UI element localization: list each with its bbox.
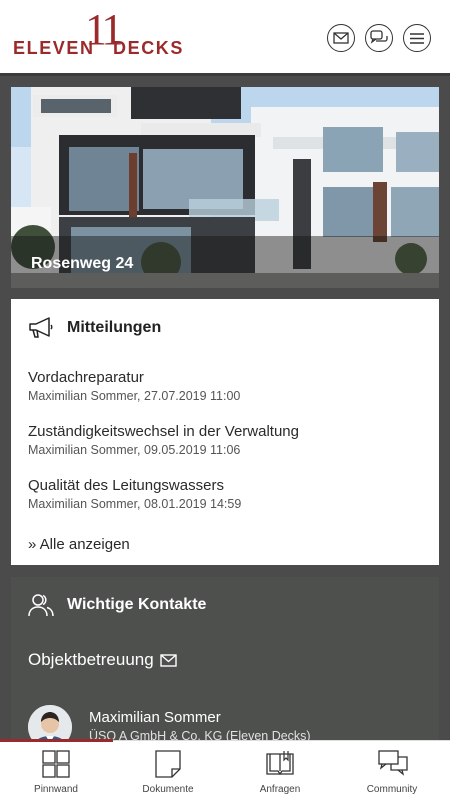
mail-icon [333, 32, 349, 44]
contact-name[interactable]: Maximilian Sommer [89, 709, 221, 726]
mail-icon [160, 653, 177, 667]
message-item[interactable]: Qualität des Leitungswassers Maximilian … [28, 477, 241, 511]
messages-card: Mitteilungen Vordachreparatur Maximilian… [11, 299, 439, 565]
document-icon [155, 750, 181, 778]
message-meta: Maximilian Sommer, 27.07.2019 11:00 [28, 389, 241, 403]
people-icon [28, 594, 54, 617]
property-title: Rosenweg 24 [31, 255, 134, 272]
message-meta: Maximilian Sommer, 09.05.2019 11:06 [28, 443, 241, 457]
megaphone-icon [29, 317, 53, 338]
nav-item-dokumente[interactable]: Dokumente [112, 741, 224, 800]
book-icon [266, 751, 294, 776]
nav-label: Pinnwand [34, 784, 78, 795]
chat-icon [378, 750, 408, 776]
message-item[interactable]: Vordachreparatur Maximilian Sommer, 27.0… [28, 369, 240, 403]
contacts-header: Wichtige Kontakte [27, 593, 206, 617]
menu-icon [410, 32, 424, 44]
logo-word-decks: DECKS [113, 38, 185, 58]
nav-item-anfragen[interactable]: Anfragen [224, 741, 336, 800]
menu-button[interactable] [403, 24, 431, 52]
message-item[interactable]: Zuständigkeitswechsel in der Verwaltung … [28, 423, 299, 457]
nav-item-community[interactable]: Community [336, 741, 448, 800]
grid-icon [42, 750, 70, 778]
message-meta: Maximilian Sommer, 08.01.2019 14:59 [28, 497, 242, 511]
mail-button[interactable] [327, 24, 355, 52]
bottom-nav: Pinnwand Dokumente Anfragen Community [0, 739, 450, 800]
contacts-title: Wichtige Kontakte [67, 596, 207, 613]
objektbetreuung-label: Objektbetreuung [28, 650, 154, 669]
chat-button[interactable] [365, 24, 393, 52]
nav-label: Dokumente [142, 784, 194, 795]
messages-header: Mitteilungen [27, 317, 161, 339]
message-subject: Vordachreparatur [28, 369, 144, 386]
brand-logo[interactable]: ELEVEN 11 DECKS [13, 8, 185, 62]
chat-icon [370, 30, 388, 44]
logo-word-eleven: ELEVEN [13, 38, 95, 58]
message-subject: Qualität des Leitungswassers [28, 477, 224, 494]
objektbetreuung-link[interactable]: Objektbetreuung [28, 650, 177, 670]
nav-label: Anfragen [259, 784, 301, 795]
nav-label: Community [366, 784, 418, 795]
nav-item-pinnwand[interactable]: Pinnwand [0, 741, 112, 800]
show-all-messages-link[interactable]: » Alle anzeigen [28, 536, 130, 553]
property-hero[interactable]: Rosenweg 24 [11, 87, 439, 288]
app-header: ELEVEN 11 DECKS [0, 0, 450, 76]
messages-title: Mitteilungen [67, 319, 162, 336]
message-subject: Zuständigkeitswechsel in der Verwaltung [28, 423, 299, 440]
